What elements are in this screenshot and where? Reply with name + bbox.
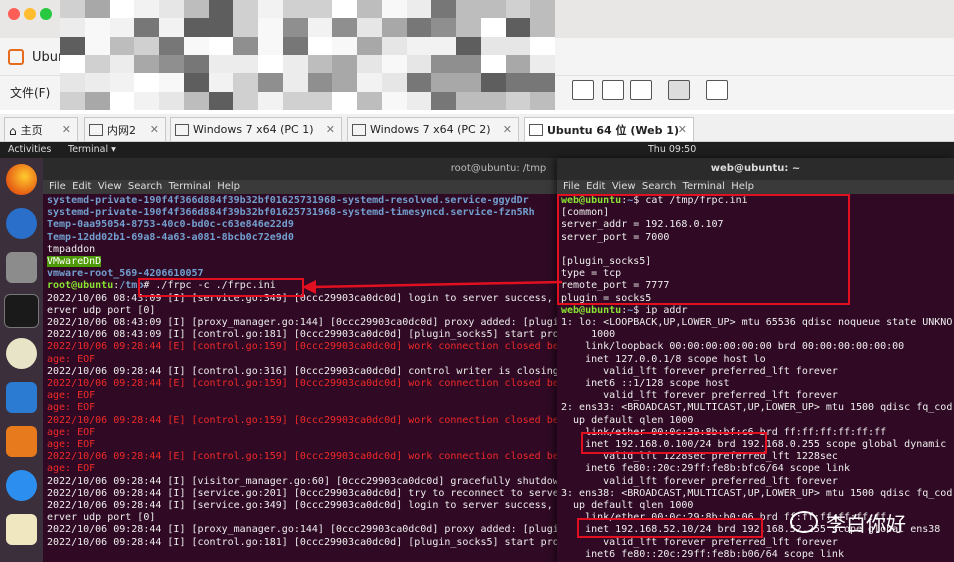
terminal-web-title: web@ubuntu: ~: [557, 158, 954, 180]
terminal-line: systemd-private-190f4f366d884f39b32bf016…: [47, 195, 529, 206]
ubuntu-top-bar: Activities Terminal ▾ Thu 09:50: [0, 142, 954, 158]
terminal-line: 2022/10/06 08:43:09 [I] [control.go:181]…: [47, 329, 559, 341]
highlight-ens33-ip: [581, 432, 767, 454]
tab-label: 主页: [20, 123, 43, 137]
tab-label: Windows 7 x64 (PC 2): [370, 123, 491, 136]
highlight-ens38-ip: [577, 518, 763, 538]
stretch-icon[interactable]: [706, 80, 728, 100]
terminal-line: 2022/10/06 09:28:44 [I] [proxy_manager.g…: [47, 524, 559, 536]
terminal-line: age: EOF: [47, 439, 96, 451]
terminal-line: inet 127.0.0.1/8 scope host lo: [561, 353, 766, 365]
rhythmbox-icon[interactable]: [6, 338, 37, 369]
menu-file[interactable]: 文件(F): [10, 84, 50, 101]
watermark: 李白你好: [790, 505, 940, 539]
wechat-icon: [790, 511, 818, 533]
terminal-line: 2022/10/06 09:28:44 [E] [control.go:159]…: [47, 378, 559, 390]
tab-win7-pc2[interactable]: Windows 7 x64 (PC 2) ✕: [347, 117, 519, 141]
close-icon[interactable]: ✕: [503, 123, 512, 136]
terminal-line: age: EOF: [47, 426, 96, 438]
terminal-app-menu[interactable]: Terminal ▾: [68, 144, 116, 155]
minimize-window-icon[interactable]: [24, 8, 36, 20]
window-mode-icon[interactable]: [572, 80, 594, 100]
terminal-line: age: EOF: [47, 353, 96, 365]
highlight-frpc-config: [557, 194, 850, 305]
close-window-icon[interactable]: [8, 8, 20, 20]
firefox-icon[interactable]: [6, 164, 37, 195]
terminal-line: 2022/10/06 09:28:44 [I] [service.go:201]…: [47, 487, 559, 499]
activities-button[interactable]: Activities: [8, 144, 51, 155]
terminal-line: 2022/10/06 09:28:44 [E] [control.go:159]…: [47, 341, 559, 353]
terminal-line: tmpaddon: [47, 243, 96, 255]
ubuntu-dock: [0, 158, 43, 562]
terminal-line: 2022/10/06 08:43:09 [I] [proxy_manager.g…: [47, 317, 559, 329]
screenshot-root: Ubun 文件(F) ⌂ 主页 ✕ 内网2 ✕ Windows 7 x64 (PC 1…: [0, 0, 954, 562]
terminal-line: 2022/10/06 09:28:44 [E] [control.go:159]…: [47, 451, 559, 463]
terminal-line: valid_lft forever preferred_lft forever: [561, 390, 838, 402]
terminal-line: valid_lft forever preferred_lft forever: [561, 365, 838, 377]
terminal-line: 2022/10/06 09:28:44 [I] [visitor_manager…: [47, 475, 559, 487]
vm-icon: [352, 123, 366, 136]
highlight-frpc-command: [138, 278, 304, 297]
tab-label: Ubuntu 64 位 (Web 1): [547, 123, 679, 137]
terminal-line: age: EOF: [47, 390, 96, 402]
terminal-line: 3: ens38: <BROADCAST,MULTICAST,UP,LOWER_…: [561, 487, 953, 499]
zoom-window-icon[interactable]: [40, 8, 52, 20]
terminal-line: up default qlen 1000: [561, 414, 694, 426]
terminal-line: inet6 fe80::20c:29ff:fe8b:b06/64 scope l…: [561, 548, 844, 560]
software-center-icon[interactable]: [6, 426, 37, 457]
pixelated-redaction: [60, 0, 555, 110]
tab-label: Windows 7 x64 (PC 1): [193, 123, 314, 136]
vm-icon: [175, 123, 189, 136]
help-icon[interactable]: [6, 470, 37, 501]
close-icon[interactable]: ✕: [62, 123, 71, 136]
terminal-line: inet6 fe80::20c:29ff:fe8b:bfc6/64 scope …: [561, 463, 850, 475]
tab-intranet[interactable]: 内网2 ✕: [84, 117, 166, 141]
fit-window-icon[interactable]: [602, 80, 624, 100]
document-icon: [89, 123, 103, 136]
terminal-line: erver udp port [0]: [47, 512, 156, 524]
terminal-line: inet6 ::1/128 scope host: [561, 378, 730, 390]
tab-label: 内网2: [107, 123, 136, 137]
thunderbird-icon[interactable]: [6, 208, 37, 239]
terminal-line: VMwareDnD: [47, 256, 102, 268]
home-icon: ⌂: [9, 123, 17, 138]
terminal-line: Temp-0aa95054-8753-40c0-bd0c-c63e846e22d…: [47, 219, 294, 231]
close-icon[interactable]: ✕: [326, 123, 335, 136]
terminal-web-menu[interactable]: File Edit View Search Terminal Help: [557, 180, 954, 194]
terminal-line: systemd-private-190f4f366d884f39b32bf016…: [47, 207, 535, 219]
terminal-line: age: EOF: [47, 402, 96, 414]
terminal-line: 2022/10/06 09:28:44 [I] [control.go:181]…: [47, 536, 559, 548]
clock[interactable]: Thu 09:50: [648, 144, 696, 155]
vm-icon: [529, 123, 543, 136]
tab-ubuntu-web1[interactable]: Ubuntu 64 位 (Web 1) ✕: [524, 117, 694, 141]
terminal-line: age: EOF: [47, 463, 96, 475]
writer-icon[interactable]: [6, 382, 37, 413]
terminal-line: 2022/10/06 09:28:44 [I] [control.go:316]…: [47, 365, 559, 377]
tab-win7-pc1[interactable]: Windows 7 x64 (PC 1) ✕: [170, 117, 342, 141]
console-view-icon[interactable]: [668, 80, 690, 100]
terminal-line: link/loopback 00:00:00:00:00:00 brd 00:0…: [561, 341, 905, 353]
close-icon[interactable]: ✕: [678, 123, 687, 136]
terminal-line: 2: ens33: <BROADCAST,MULTICAST,UP,LOWER_…: [561, 402, 953, 414]
annotation-arrow: [302, 280, 563, 294]
files-icon[interactable]: [6, 252, 37, 283]
watermark-text: 李白你好: [826, 511, 906, 536]
vmware-logo-icon: [8, 49, 24, 65]
text-editor-icon[interactable]: [6, 514, 37, 545]
terminal-line: Temp-12dd02b1-69a8-4a63-a081-8bcb0c72e9d…: [47, 231, 294, 243]
terminal-icon[interactable]: [4, 294, 39, 328]
terminal-line: 2022/10/06 09:28:44 [E] [control.go:159]…: [47, 414, 559, 426]
terminal-line: web@ubuntu:~$ ip addr: [561, 304, 688, 316]
terminal-line: valid_lft forever preferred_lft forever: [561, 475, 838, 487]
fullscreen-icon[interactable]: [630, 80, 652, 100]
terminal-line: erver udp port [0]: [47, 304, 156, 316]
terminal-line: 1: lo: <LOOPBACK,UP,LOWER_UP> mtu 65536 …: [561, 317, 953, 329]
terminal-line: 1000: [561, 329, 616, 341]
terminal-root-output[interactable]: systemd-private-190f4f366d884f39b32bf016…: [47, 195, 560, 562]
tab-home[interactable]: ⌂ 主页 ✕: [4, 117, 78, 141]
close-icon[interactable]: ✕: [150, 123, 159, 136]
terminal-line: 2022/10/06 09:28:44 [I] [service.go:349]…: [47, 500, 553, 512]
